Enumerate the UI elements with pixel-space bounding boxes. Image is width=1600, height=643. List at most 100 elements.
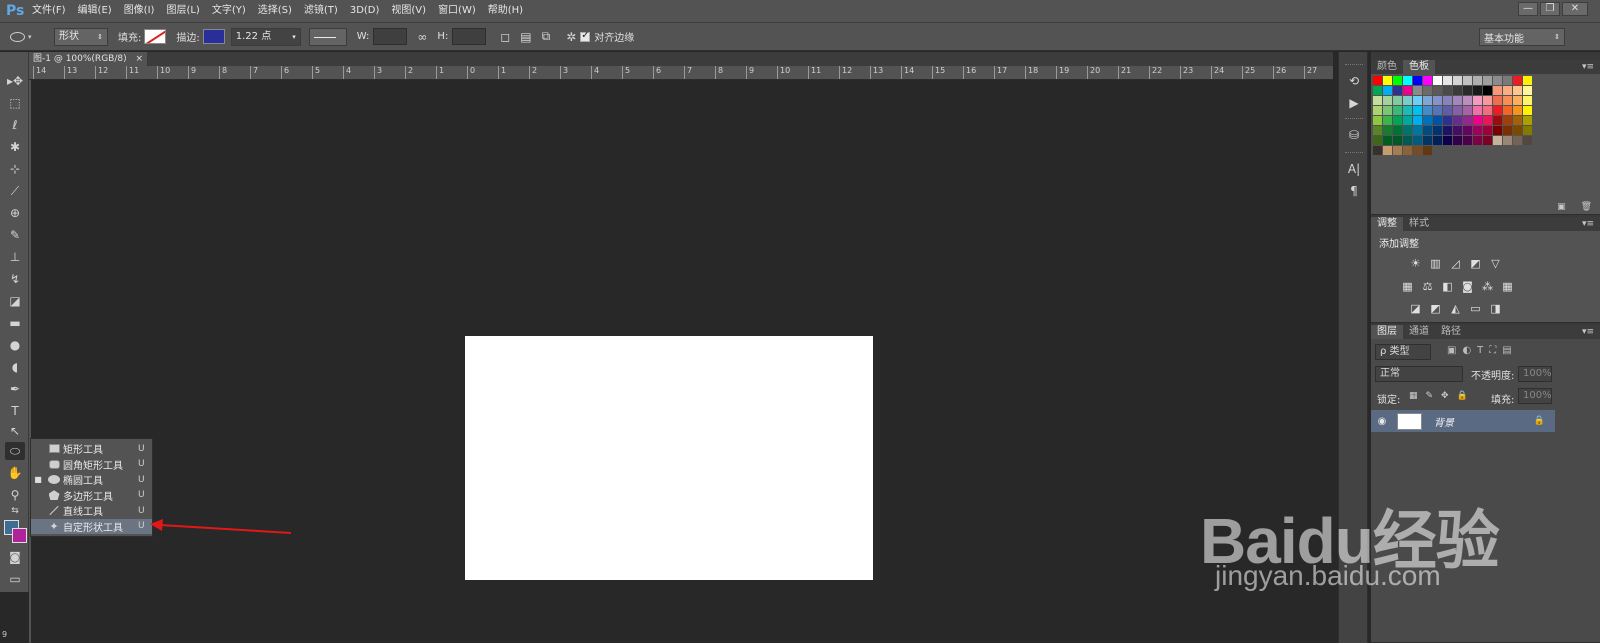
color-swatch[interactable] (1413, 146, 1422, 155)
marquee-tool-icon[interactable]: ⬚ (5, 94, 25, 112)
magic-wand-tool-icon[interactable]: ✱ (5, 138, 25, 156)
color-swatch[interactable] (1433, 96, 1442, 105)
color-swatch[interactable] (1463, 86, 1472, 95)
color-swatch[interactable] (1373, 116, 1382, 125)
gradient-map-icon[interactable]: ▭ (1469, 302, 1482, 315)
color-swatch[interactable] (1503, 116, 1512, 125)
actions-panel-icon[interactable]: ▶ (1344, 94, 1364, 112)
close-tab-icon[interactable]: × (135, 54, 143, 64)
vibrance-icon[interactable]: ▽ (1489, 257, 1502, 270)
color-swatch[interactable] (1443, 86, 1452, 95)
color-swatch[interactable] (1483, 116, 1492, 125)
color-swatch[interactable] (1453, 126, 1462, 135)
workspace-select[interactable]: 基本功能 ⇕ (1479, 28, 1565, 46)
delete-icon[interactable]: 🗑 (1581, 202, 1592, 212)
color-lookup-icon[interactable]: ▦ (1501, 280, 1514, 293)
eyedropper-tool-icon[interactable]: ⟋ (5, 182, 25, 200)
menu-view[interactable]: 视图(V) (385, 0, 432, 22)
color-swatch[interactable] (1513, 136, 1522, 145)
stroke-type-select[interactable] (308, 27, 347, 46)
color-swatch[interactable] (1453, 86, 1462, 95)
dock-grip[interactable] (1345, 64, 1363, 66)
color-swatch[interactable] (1523, 76, 1532, 85)
color-swatch[interactable] (1483, 76, 1492, 85)
color-swatch[interactable] (1453, 136, 1462, 145)
menu-select[interactable]: 选择(S) (252, 0, 298, 22)
color-swatch[interactable] (1413, 116, 1422, 125)
color-swatch[interactable] (1443, 136, 1452, 145)
color-swatch[interactable] (1483, 106, 1492, 115)
color-swatch[interactable] (1513, 96, 1522, 105)
color-swatch[interactable] (1403, 106, 1412, 115)
history-brush-tool-icon[interactable]: ↯ (5, 270, 25, 288)
color-swatch[interactable] (1393, 136, 1402, 145)
color-swatch[interactable] (1373, 76, 1382, 85)
color-swatch[interactable] (1493, 96, 1502, 105)
color-swatch[interactable] (1423, 86, 1432, 95)
color-swatch[interactable] (1513, 106, 1522, 115)
flyout-item-custom-shape[interactable]: ✦ 自定形状工具 U (31, 518, 152, 534)
color-swatch[interactable] (1403, 76, 1412, 85)
flyout-item-rounded-rectangle[interactable]: 圆角矩形工具 U (31, 457, 152, 473)
color-swatches[interactable] (4, 520, 30, 546)
color-swatch[interactable] (1423, 106, 1432, 115)
color-swatch[interactable] (1503, 76, 1512, 85)
new-swatch-icon[interactable]: ▣ (1557, 202, 1566, 212)
color-swatch[interactable] (1413, 96, 1422, 105)
color-swatch[interactable] (1473, 76, 1482, 85)
layer-row[interactable]: ◉ 背景 🔒 (1371, 410, 1555, 432)
color-swatch[interactable] (1423, 136, 1432, 145)
dock-grip[interactable] (1345, 152, 1363, 154)
menu-filter[interactable]: 滤镜(T) (298, 0, 344, 22)
properties-panel-icon[interactable]: ⛁ (1344, 126, 1364, 144)
menu-image[interactable]: 图像(I) (118, 0, 161, 22)
black-white-icon[interactable]: ◧ (1441, 280, 1454, 293)
color-swatch[interactable] (1383, 146, 1392, 155)
color-swatch[interactable] (1433, 136, 1442, 145)
color-swatch[interactable] (1463, 136, 1472, 145)
dodge-tool-icon[interactable]: ◖ (5, 358, 25, 376)
color-swatch[interactable] (1373, 136, 1382, 145)
clone-stamp-tool-icon[interactable]: ⊥ (5, 248, 25, 266)
color-swatch[interactable] (1383, 136, 1392, 145)
width-input[interactable] (373, 28, 408, 45)
color-swatch[interactable] (1473, 126, 1482, 135)
color-swatch[interactable] (1373, 126, 1382, 135)
character-panel-icon[interactable]: A| (1344, 160, 1364, 178)
tab-adjustments[interactable]: 调整 (1371, 217, 1403, 231)
ellipse-tool-icon[interactable]: ⬭ (5, 442, 25, 460)
color-swatch[interactable] (1413, 136, 1422, 145)
tab-layers[interactable]: 图层 (1371, 325, 1403, 339)
color-swatch[interactable] (1423, 96, 1432, 105)
color-swatch[interactable] (1443, 116, 1452, 125)
color-swatch[interactable] (1483, 96, 1492, 105)
color-swatch[interactable] (1513, 126, 1522, 135)
color-swatch[interactable] (1443, 106, 1452, 115)
color-swatch[interactable] (1373, 106, 1382, 115)
threshold-icon[interactable]: ◭ (1449, 302, 1462, 315)
align-edges-checkbox[interactable] (580, 30, 591, 42)
color-swatch[interactable] (1393, 96, 1402, 105)
quick-mask-icon[interactable]: ◙ (5, 548, 25, 566)
close-button[interactable]: ✕ (1562, 2, 1588, 16)
color-swatch[interactable] (1473, 86, 1482, 95)
color-swatch[interactable] (1493, 76, 1502, 85)
flyout-item-polygon[interactable]: 多边形工具 U (31, 488, 152, 504)
stroke-swatch[interactable] (202, 29, 225, 44)
color-swatch[interactable] (1393, 126, 1402, 135)
color-swatch[interactable] (1423, 116, 1432, 125)
color-swatch[interactable] (1423, 76, 1432, 85)
color-swatch[interactable] (1493, 106, 1502, 115)
type-tool-icon[interactable]: T (5, 402, 25, 420)
color-swatch[interactable] (1513, 76, 1522, 85)
document-canvas[interactable] (465, 336, 873, 580)
color-swatch[interactable] (1473, 96, 1482, 105)
color-swatch[interactable] (1423, 126, 1432, 135)
flyout-item-rectangle[interactable]: 矩形工具 U (31, 441, 152, 457)
color-swatch[interactable] (1463, 116, 1472, 125)
color-swatch[interactable] (1473, 106, 1482, 115)
eraser-tool-icon[interactable]: ◪ (5, 292, 25, 310)
color-swatch[interactable] (1523, 116, 1532, 125)
menu-layer[interactable]: 图层(L) (160, 0, 205, 22)
color-swatch[interactable] (1403, 116, 1412, 125)
